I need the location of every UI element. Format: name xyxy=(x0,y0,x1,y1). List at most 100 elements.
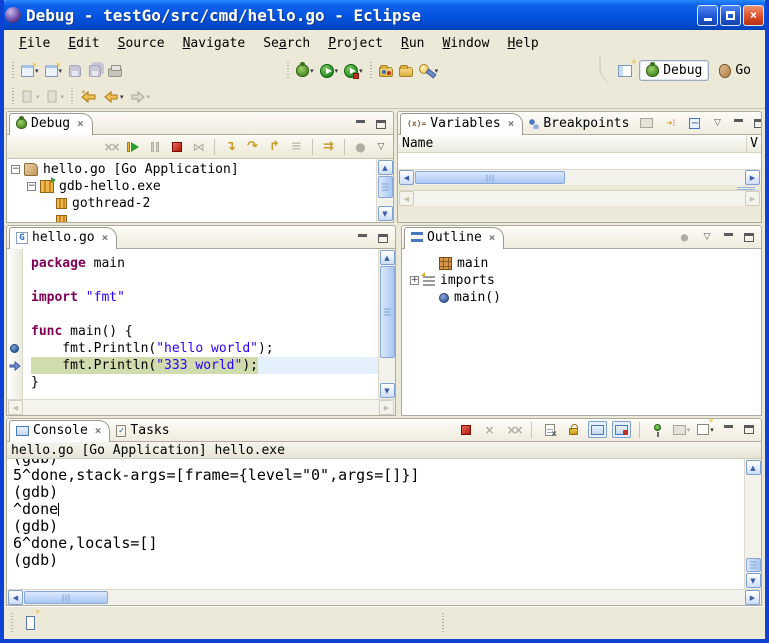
maximize-view-button[interactable] xyxy=(751,116,762,130)
menu-project[interactable]: Project xyxy=(319,34,392,53)
open-perspective-button[interactable]: * xyxy=(615,60,635,82)
menu-search[interactable]: Search xyxy=(254,34,319,53)
gutter-row[interactable] xyxy=(7,255,22,272)
next-annotation-button[interactable]: ▾ xyxy=(18,86,43,108)
save-all-button[interactable] xyxy=(85,60,105,82)
show-logical-structures-button[interactable]: ➔⁝ xyxy=(661,115,680,131)
debug-button[interactable]: ▾ xyxy=(293,60,317,82)
maximize-view-button[interactable] xyxy=(741,423,757,437)
remove-all-launches-button[interactable]: ×× xyxy=(504,421,523,438)
scroll-up-button[interactable]: ▲ xyxy=(380,250,395,265)
variables-view-menu-button[interactable]: ▽ xyxy=(709,116,725,130)
remove-all-terminated-button[interactable]: ×× xyxy=(101,138,120,155)
annotation-ruler[interactable] xyxy=(7,249,23,399)
tab-outline[interactable]: Outline × xyxy=(404,227,504,249)
menu-file[interactable]: File xyxy=(10,34,59,53)
code-line[interactable] xyxy=(31,306,378,323)
back-button[interactable]: ▾ xyxy=(100,86,127,108)
code-line[interactable]: package main xyxy=(31,255,378,272)
gutter-row[interactable] xyxy=(7,323,22,340)
previous-annotation-button[interactable]: ▾ xyxy=(43,86,68,108)
scroll-left-button[interactable]: ◀ xyxy=(399,170,414,185)
scroll-right-button[interactable]: ▶ xyxy=(745,590,760,605)
resume-button[interactable] xyxy=(123,138,142,155)
variables-column-header[interactable]: Name V xyxy=(398,135,761,153)
forward-button[interactable]: ▾ xyxy=(127,86,154,108)
collapse-all-button[interactable]: − xyxy=(685,115,704,131)
tab-hello-go[interactable]: G hello.go × xyxy=(9,227,117,249)
terminate-button[interactable] xyxy=(167,138,186,155)
clear-console-button[interactable]: × xyxy=(540,421,559,438)
outline-view-menu-button[interactable]: ▽ xyxy=(699,230,715,244)
debug-view-extra-button[interactable]: ● xyxy=(351,138,370,155)
current-debug-line[interactable]: fmt.Println("333 world"); xyxy=(31,357,378,374)
close-icon[interactable]: × xyxy=(508,117,515,130)
variables-table-body[interactable] xyxy=(398,153,761,169)
scrollbar-thumb[interactable] xyxy=(24,591,108,604)
perspective-go-button[interactable]: Go xyxy=(713,61,757,80)
scroll-lock-button[interactable] xyxy=(564,421,583,438)
maximize-view-button[interactable] xyxy=(373,117,389,131)
statusbar-grip[interactable] xyxy=(10,613,14,633)
print-button[interactable] xyxy=(105,60,125,82)
debug-tree-item[interactable]: −gdb-hello.exe xyxy=(11,178,376,195)
open-type-button[interactable] xyxy=(376,60,396,82)
collapse-expander[interactable]: − xyxy=(11,165,20,174)
debug-tree-item[interactable]: gothread-2 xyxy=(11,195,376,212)
gutter-row[interactable] xyxy=(7,306,22,323)
expand-expander[interactable]: + xyxy=(410,276,419,285)
statusbar-grip[interactable] xyxy=(441,613,445,633)
detail-pane-scrollbar[interactable]: ◀ ▶ xyxy=(398,190,761,206)
scrollbar-thumb[interactable] xyxy=(415,171,565,184)
close-icon[interactable]: × xyxy=(77,117,84,130)
terminate-console-button[interactable] xyxy=(456,421,475,438)
external-tools-button[interactable]: ▾ xyxy=(341,60,366,82)
tab-variables[interactable]: (x)= Variables × xyxy=(400,113,523,135)
tab-debug[interactable]: Debug × xyxy=(9,113,93,135)
last-edit-location-button[interactable]: * xyxy=(77,86,100,108)
title-bar[interactable]: Debug - testGo/src/cmd/hello.go - Eclips… xyxy=(0,0,769,30)
minimize-view-button[interactable] xyxy=(354,231,370,245)
scroll-down-button[interactable]: ▼ xyxy=(746,573,761,588)
close-icon[interactable]: × xyxy=(489,231,496,244)
scroll-left-button[interactable]: ◀ xyxy=(8,590,23,605)
code-line[interactable]: fmt.Println("hello world"); xyxy=(31,340,378,357)
toolbar-grip[interactable] xyxy=(11,88,15,106)
remove-launch-button[interactable]: × xyxy=(480,421,499,438)
open-resource-button[interactable] xyxy=(396,60,416,82)
menu-navigate[interactable]: Navigate xyxy=(174,34,255,53)
display-selected-console-button[interactable]: ▾ xyxy=(672,421,691,438)
scrollbar-thumb[interactable] xyxy=(746,558,761,572)
show-stdout-button[interactable] xyxy=(588,421,607,438)
new-project-button[interactable]: *▾ xyxy=(42,60,66,82)
scroll-down-button[interactable]: ▼ xyxy=(378,206,393,221)
console-vertical-scrollbar[interactable]: ▲ ▼ xyxy=(744,459,761,589)
variables-horizontal-scrollbar[interactable]: ◀ ▶ xyxy=(398,169,761,185)
code-line[interactable]: func main() { xyxy=(31,323,378,340)
close-icon[interactable]: × xyxy=(102,231,109,244)
step-return-button[interactable]: ↱ xyxy=(265,138,284,155)
step-over-button[interactable]: ↷ xyxy=(243,138,262,155)
scroll-right-button[interactable]: ▶ xyxy=(745,170,760,185)
maximize-window-button[interactable] xyxy=(720,5,741,26)
save-button[interactable] xyxy=(65,60,85,82)
fast-view-icon[interactable]: * xyxy=(26,616,35,630)
new-wizard-button[interactable]: *▾ xyxy=(18,60,42,82)
console-output[interactable]: (gdb)5^done,stack-args=[frame={level="0"… xyxy=(7,459,744,589)
use-step-filters-button[interactable]: ⇉ xyxy=(319,138,338,155)
toolbar-grip[interactable] xyxy=(286,62,290,80)
tab-tasks[interactable]: ✓ Tasks xyxy=(110,421,177,441)
minimize-view-button[interactable] xyxy=(352,117,368,131)
minimize-view-button[interactable] xyxy=(720,230,736,244)
gutter-row[interactable] xyxy=(7,272,22,289)
code-line[interactable] xyxy=(31,272,378,289)
debug-view-menu-button[interactable]: ▽ xyxy=(373,140,389,154)
step-into-button[interactable]: ↴ xyxy=(221,138,240,155)
open-console-button[interactable]: *▾ xyxy=(696,421,715,438)
menu-window[interactable]: Window xyxy=(433,34,498,53)
outline-tree-item[interactable]: main xyxy=(410,255,761,272)
console-horizontal-scrollbar[interactable]: ◀ ▶ xyxy=(7,589,761,605)
outline-tree-item[interactable]: main() xyxy=(410,289,761,306)
menu-source[interactable]: Source xyxy=(109,34,174,53)
menu-help[interactable]: Help xyxy=(498,34,547,53)
